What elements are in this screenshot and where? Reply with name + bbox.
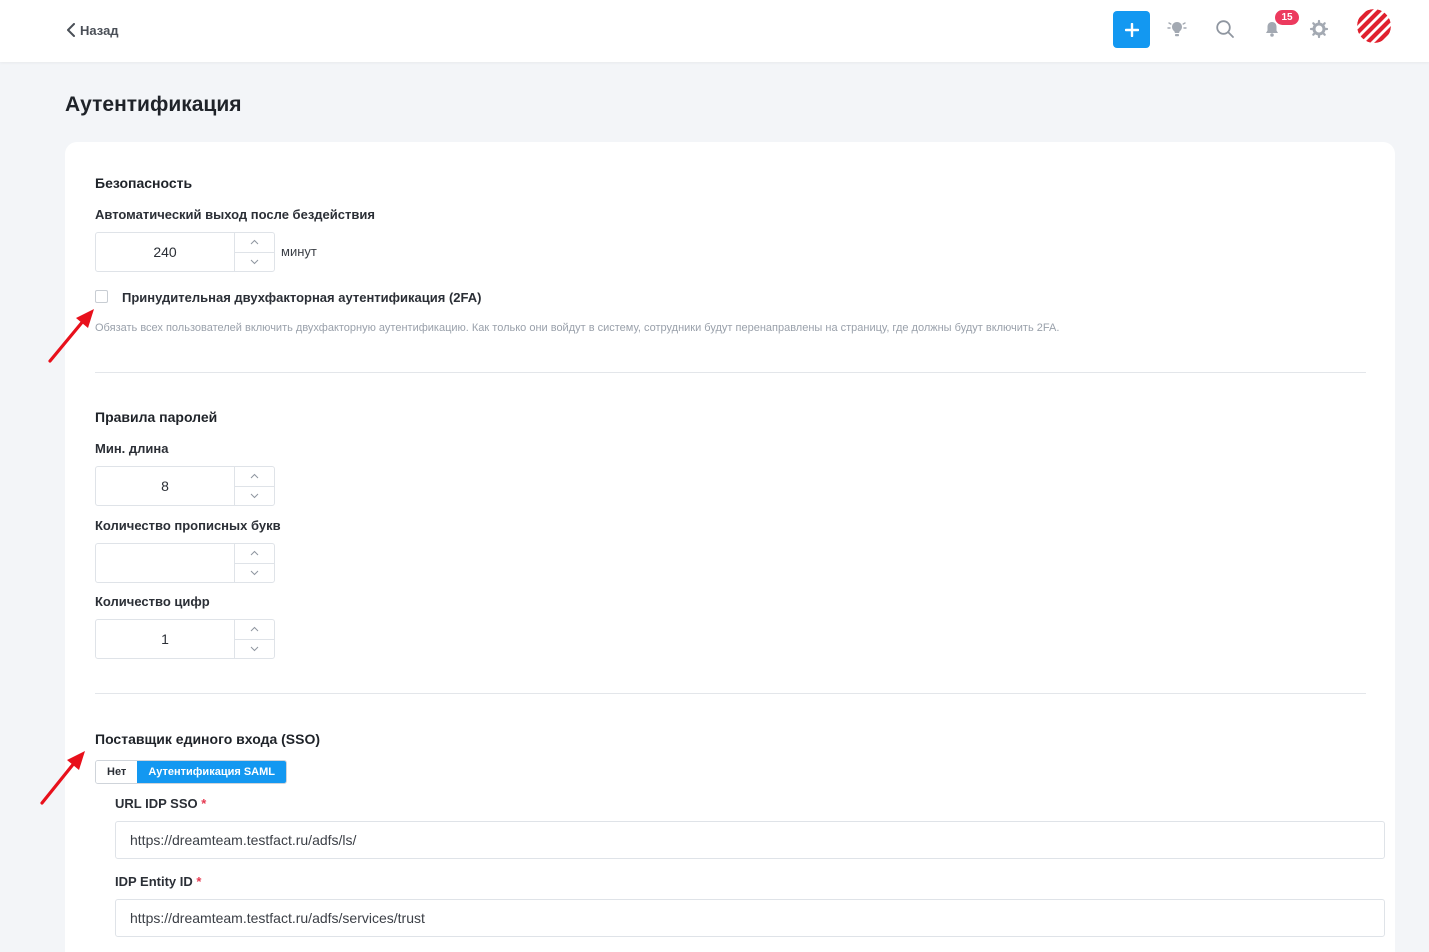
min-length-decrement[interactable] — [235, 485, 274, 506]
sso-option-none[interactable]: Нет — [96, 761, 138, 783]
twofa-checkbox[interactable] — [95, 290, 108, 303]
ideas-button[interactable] — [1165, 17, 1189, 41]
sso-section-title: Поставщик единого входа (SSO) — [95, 731, 321, 747]
uppercase-count-increment[interactable] — [235, 544, 274, 563]
idp-sso-url-input[interactable]: https://dreamteam.testfact.ru/adfs/ls/ — [115, 821, 1385, 859]
required-mark: * — [196, 874, 202, 889]
uppercase-count-decrement[interactable] — [235, 562, 274, 583]
twofa-hint: Обязать всех пользователей включить двух… — [95, 322, 1060, 334]
gear-icon — [1309, 19, 1329, 39]
digits-count-stepper[interactable]: 1 — [95, 619, 275, 659]
idp-entity-id-label: IDP Entity ID * — [115, 874, 201, 889]
sso-option-saml[interactable]: Аутентификация SAML — [137, 761, 286, 783]
idp-sso-url-label-text: URL IDP SSO — [115, 796, 198, 811]
twofa-label[interactable]: Принудительная двухфакторная аутентифика… — [122, 290, 481, 305]
auto-logout-label: Автоматический выход после бездействия — [95, 207, 375, 222]
chevron-up-icon — [250, 240, 259, 245]
chevron-left-icon — [67, 23, 75, 37]
add-button[interactable] — [1113, 11, 1150, 48]
uppercase-count-label: Количество прописных букв — [95, 518, 281, 533]
auto-logout-decrement[interactable] — [235, 251, 274, 272]
chevron-up-icon — [250, 627, 259, 632]
min-length-value[interactable]: 8 — [96, 467, 235, 505]
idp-sso-url-label: URL IDP SSO * — [115, 796, 206, 811]
user-avatar[interactable] — [1357, 9, 1391, 43]
settings-button[interactable] — [1307, 17, 1331, 41]
min-length-increment[interactable] — [235, 467, 274, 486]
digits-count-decrement[interactable] — [235, 638, 274, 659]
idp-entity-id-label-text: IDP Entity ID — [115, 874, 193, 889]
auto-logout-unit: минут — [281, 244, 317, 259]
section-divider — [95, 693, 1366, 694]
chevron-up-icon — [250, 551, 259, 556]
sso-provider-toggle[interactable]: Нет Аутентификация SAML — [95, 760, 287, 784]
annotation-arrow-icon — [48, 309, 94, 363]
lightbulb-icon — [1167, 22, 1187, 37]
chevron-down-icon — [250, 646, 259, 651]
search-icon — [1216, 20, 1234, 38]
avatar-stripes-icon — [1357, 9, 1391, 43]
chevron-down-icon — [250, 259, 259, 264]
auto-logout-stepper[interactable]: 240 — [95, 232, 275, 272]
back-label: Назад — [80, 22, 119, 38]
plus-icon — [1124, 22, 1139, 37]
uppercase-count-stepper[interactable] — [95, 543, 275, 583]
chevron-down-icon — [250, 493, 259, 498]
digits-count-value[interactable]: 1 — [96, 620, 235, 658]
idp-entity-id-input[interactable]: https://dreamteam.testfact.ru/adfs/servi… — [115, 899, 1385, 937]
section-divider — [95, 372, 1366, 373]
min-length-stepper[interactable]: 8 — [95, 466, 275, 506]
back-link[interactable]: Назад — [66, 21, 119, 39]
annotation-arrow-icon — [40, 751, 85, 805]
chevron-up-icon — [250, 474, 259, 479]
top-bar: Назад 15 — [0, 0, 1429, 62]
min-length-label: Мин. длина — [95, 441, 169, 456]
notifications-badge: 15 — [1275, 10, 1299, 25]
digits-count-label: Количество цифр — [95, 594, 210, 609]
page-title: Аутентификация — [65, 93, 242, 116]
digits-count-increment[interactable] — [235, 620, 274, 639]
required-mark: * — [201, 796, 207, 811]
auto-logout-increment[interactable] — [235, 233, 274, 252]
search-button[interactable] — [1213, 17, 1237, 41]
uppercase-count-value[interactable] — [96, 544, 235, 582]
password-rules-section-title: Правила паролей — [95, 409, 218, 425]
security-section-title: Безопасность — [95, 175, 193, 191]
settings-card: Безопасность Автоматический выход после … — [65, 142, 1395, 952]
auto-logout-value[interactable]: 240 — [96, 233, 235, 271]
chevron-down-icon — [250, 570, 259, 575]
